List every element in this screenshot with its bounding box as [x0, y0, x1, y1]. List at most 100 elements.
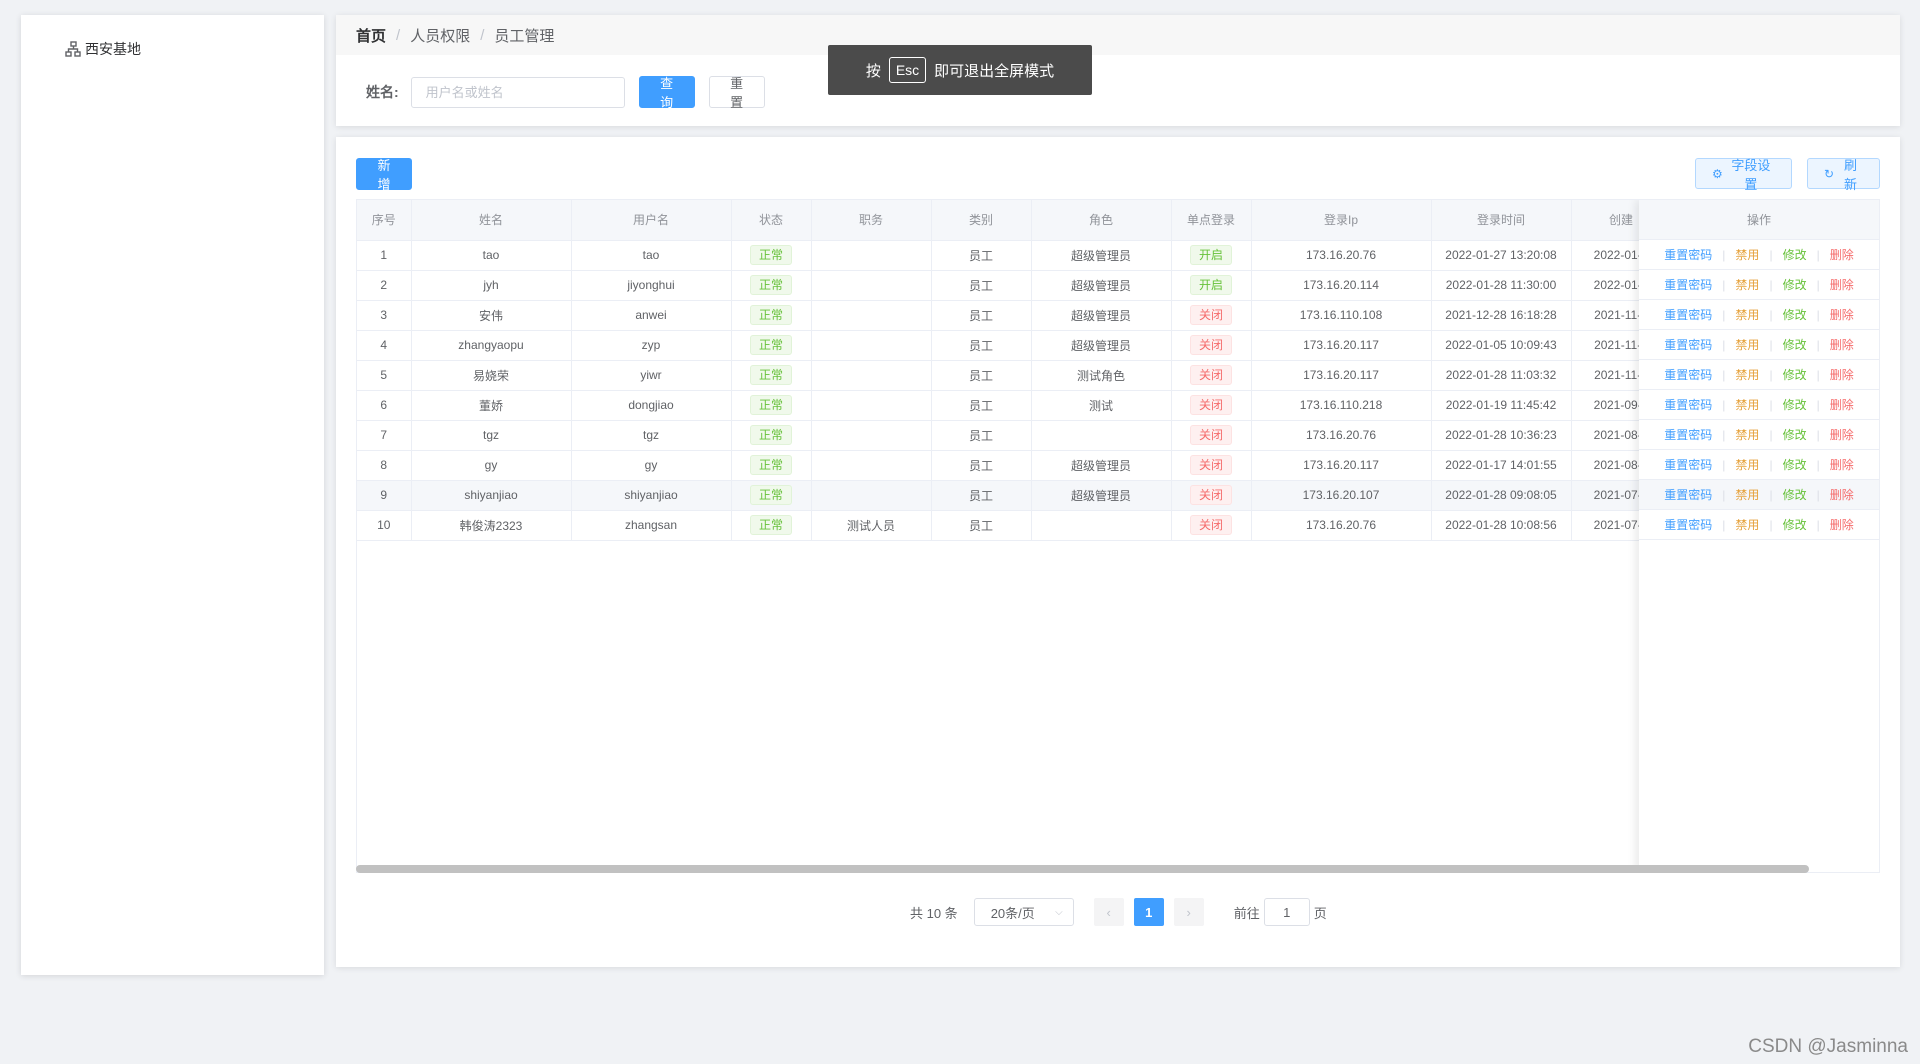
query-button[interactable]: 查询 — [638, 76, 695, 110]
cell-post — [811, 270, 932, 301]
cell-login: 2021-12-28 16:18:28 — [1431, 300, 1572, 331]
table-row[interactable]: 6 董娇 dongjiao 正常 员工 测试 关闭 173.16.110.218 2022-01… — [357, 390, 1672, 421]
disable-link[interactable]: 禁用 — [1735, 516, 1759, 533]
operations-row: 重置密码 | 禁用 | 修改 | 删除 — [1639, 480, 1879, 510]
field-settings-button[interactable]: ⚙ 字段设置 — [1695, 158, 1792, 192]
disable-link[interactable]: 禁用 — [1735, 396, 1759, 413]
op-separator: | — [1816, 517, 1820, 532]
op-separator: | — [1722, 517, 1726, 532]
prev-page-button[interactable]: ‹ — [1093, 898, 1124, 926]
column-header: 单点登录 — [1171, 200, 1252, 241]
table-row[interactable]: 1 tao tao 正常 员工 超级管理员 开启 173.16.20.76 2022-01-27… — [357, 240, 1672, 271]
edit-link[interactable]: 修改 — [1783, 336, 1807, 353]
reset-password-link[interactable]: 重置密码 — [1664, 396, 1712, 413]
op-separator: | — [1816, 307, 1820, 322]
cell-name: 安伟 — [411, 300, 572, 331]
refresh-button[interactable]: ↻ 刷新 — [1807, 158, 1880, 192]
reset-password-link[interactable]: 重置密码 — [1664, 516, 1712, 533]
disable-link[interactable]: 禁用 — [1735, 246, 1759, 263]
tree-node-root[interactable]: 西安基地 — [65, 39, 141, 59]
reset-password-link[interactable]: 重置密码 — [1664, 456, 1712, 473]
delete-link[interactable]: 删除 — [1830, 306, 1854, 323]
table-row[interactable]: 4 zhangyaopu zyp 正常 员工 超级管理员 关闭 173.16.20.117 20… — [357, 330, 1672, 361]
table-row[interactable]: 3 安伟 anwei 正常 员工 超级管理员 关闭 173.16.110.108 2021-12… — [357, 300, 1672, 331]
next-page-button[interactable]: › — [1173, 898, 1204, 926]
table-row[interactable]: 5 易娆荣 yiwr 正常 员工 测试角色 关闭 173.16.20.117 2022-01-2… — [357, 360, 1672, 391]
chevron-down-icon: ⌵ — [1055, 906, 1063, 918]
reset-password-link[interactable]: 重置密码 — [1664, 426, 1712, 443]
page-number-current[interactable]: 1 — [1133, 898, 1164, 926]
delete-link[interactable]: 删除 — [1830, 276, 1854, 293]
disable-link[interactable]: 禁用 — [1735, 276, 1759, 293]
operations-row: 重置密码 | 禁用 | 修改 | 删除 — [1639, 510, 1879, 540]
table-row[interactable]: 9 shiyanjiao shiyanjiao 正常 员工 超级管理员 关闭 173.16.2… — [357, 480, 1672, 511]
disable-link[interactable]: 禁用 — [1735, 456, 1759, 473]
edit-link[interactable]: 修改 — [1783, 366, 1807, 383]
op-separator: | — [1816, 337, 1820, 352]
cell-role: 超级管理员 — [1031, 240, 1172, 271]
add-button[interactable]: 新增 — [356, 158, 412, 192]
horizontal-scrollbar[interactable] — [356, 864, 1880, 873]
name-search-input[interactable] — [410, 76, 625, 108]
reset-password-link[interactable]: 重置密码 — [1664, 306, 1712, 323]
cell-login: 2022-01-17 14:01:55 — [1431, 450, 1572, 481]
delete-link[interactable]: 删除 — [1830, 246, 1854, 263]
cell-status: 正常 — [731, 270, 812, 301]
edit-link[interactable]: 修改 — [1783, 396, 1807, 413]
edit-link[interactable]: 修改 — [1783, 516, 1807, 533]
edit-link[interactable]: 修改 — [1783, 426, 1807, 443]
delete-link[interactable]: 删除 — [1830, 486, 1854, 503]
cell-name: jyh — [411, 270, 572, 301]
delete-link[interactable]: 删除 — [1830, 426, 1854, 443]
delete-link[interactable]: 删除 — [1830, 336, 1854, 353]
table-row[interactable]: 10 韩俊涛2323 zhangsan 正常 测试人员 员工 关闭 173.16.20.76 2… — [357, 510, 1672, 541]
edit-link[interactable]: 修改 — [1783, 306, 1807, 323]
cell-status: 正常 — [731, 450, 812, 481]
disable-link[interactable]: 禁用 — [1735, 336, 1759, 353]
reset-button[interactable]: 重置 — [708, 76, 765, 110]
cell-ip: 173.16.20.76 — [1251, 510, 1432, 541]
edit-link[interactable]: 修改 — [1783, 456, 1807, 473]
op-separator: | — [1769, 307, 1773, 322]
table-row[interactable]: 7 tgz tgz 正常 员工 关闭 173.16.20.76 2022-01-28 10:3… — [357, 420, 1672, 451]
disable-link[interactable]: 禁用 — [1735, 426, 1759, 443]
cell-type: 员工 — [931, 240, 1032, 271]
cell-no: 1 — [357, 240, 412, 271]
operations-header: 操作 — [1639, 200, 1879, 240]
page-size-select[interactable]: 20条/页 ⌵ — [973, 898, 1074, 926]
operations-row: 重置密码 | 禁用 | 修改 | 删除 — [1639, 300, 1879, 330]
disable-link[interactable]: 禁用 — [1735, 366, 1759, 383]
employee-table: 序号 姓名 用户名 状态 职务 类别 角色 单点登录 登录Ip 登录时间 创建 1 tao tao 正常员… — [356, 199, 1880, 873]
cell-login: 2022-01-28 10:08:56 — [1431, 510, 1572, 541]
op-separator: | — [1722, 367, 1726, 382]
page-suffix: 页 — [1313, 905, 1327, 921]
reset-password-link[interactable]: 重置密码 — [1664, 486, 1712, 503]
edit-link[interactable]: 修改 — [1783, 276, 1807, 293]
delete-link[interactable]: 删除 — [1830, 396, 1854, 413]
disable-link[interactable]: 禁用 — [1735, 306, 1759, 323]
goto-page-input[interactable] — [1263, 898, 1310, 926]
cell-status: 正常 — [731, 240, 812, 271]
edit-link[interactable]: 修改 — [1783, 486, 1807, 503]
delete-link[interactable]: 删除 — [1830, 456, 1854, 473]
status-badge: 正常 — [749, 515, 792, 535]
table-row[interactable]: 8 gy gy 正常 员工 超级管理员 关闭 173.16.20.117 2022-01-17 … — [357, 450, 1672, 481]
reset-password-link[interactable]: 重置密码 — [1664, 276, 1712, 293]
delete-link[interactable]: 删除 — [1830, 516, 1854, 533]
reset-password-link[interactable]: 重置密码 — [1664, 336, 1712, 353]
breadcrumb-permissions[interactable]: 人员权限 — [410, 25, 470, 46]
gear-icon: ⚙ — [1712, 166, 1723, 181]
op-separator: | — [1816, 487, 1820, 502]
table-row[interactable]: 2 jyh jiyonghui 正常 员工 超级管理员 开启 173.16.20.114 202… — [357, 270, 1672, 301]
reset-password-link[interactable]: 重置密码 — [1664, 366, 1712, 383]
breadcrumb-home[interactable]: 首页 — [356, 25, 386, 46]
scrollbar-thumb[interactable] — [356, 865, 1809, 873]
delete-link[interactable]: 删除 — [1830, 366, 1854, 383]
esc-key-hint: Esc — [888, 57, 927, 83]
sso-badge: 关闭 — [1189, 485, 1232, 505]
status-badge: 正常 — [749, 275, 792, 295]
reset-password-link[interactable]: 重置密码 — [1664, 246, 1712, 263]
column-header: 角色 — [1031, 200, 1172, 241]
disable-link[interactable]: 禁用 — [1735, 486, 1759, 503]
edit-link[interactable]: 修改 — [1783, 246, 1807, 263]
